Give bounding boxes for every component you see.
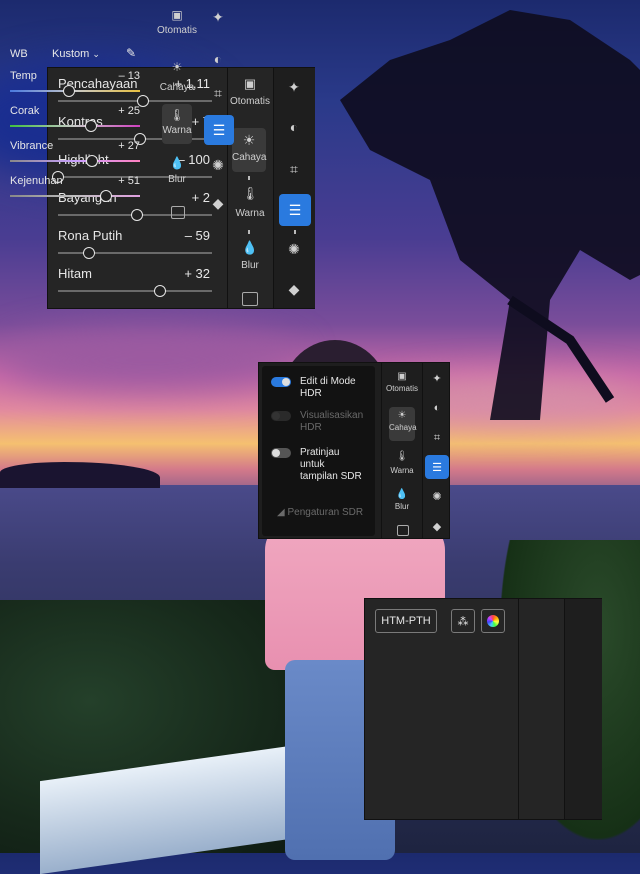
slider-label: Kejenuhan [10, 175, 63, 187]
slider-thumb[interactable] [85, 155, 98, 167]
thermometer-icon: 🌡 [395, 451, 409, 462]
slider-value: + 32 [184, 266, 210, 281]
crop-icon[interactable]: ⌗ [281, 156, 307, 182]
slider-label: Corak [10, 105, 40, 117]
auto-icon: ▣ [397, 371, 407, 382]
magic-wand-icon[interactable]: ✦ [205, 4, 231, 30]
mask-icon[interactable]: ◐ [424, 395, 450, 421]
slider-thumb[interactable] [82, 247, 95, 259]
slider-thumb[interactable] [62, 85, 75, 97]
slider-label: Temp [10, 70, 37, 82]
color-grading-button[interactable] [481, 609, 505, 633]
crop-icon[interactable]: ⌗ [205, 80, 231, 106]
sun-icon: ☀ [242, 132, 256, 148]
sdr-settings-button: ◢ Pengaturan SDR [277, 507, 364, 518]
vignette-icon[interactable] [397, 525, 409, 536]
color-tab[interactable]: 🌡 Warna [230, 186, 270, 219]
slider-value: + 51 [118, 175, 140, 187]
healing-icon[interactable]: ◆ [424, 513, 450, 539]
hdr-edit-label: Edit di Mode HDR [300, 376, 356, 399]
color-tab[interactable]: 🌡 Warna [162, 104, 192, 144]
drop-icon: 💧 [395, 489, 409, 500]
chevron-down-icon: ⌄ [92, 49, 100, 59]
vignette-icon[interactable] [171, 206, 185, 219]
thermometer-icon: 🌡 [241, 186, 259, 201]
mask-icon[interactable]: ◐ [205, 46, 231, 72]
slider-track[interactable] [10, 195, 140, 197]
auto-button[interactable]: ▣ Otomatis [155, 8, 199, 36]
auto-icon: ▣ [171, 8, 183, 22]
slider-track[interactable] [58, 290, 212, 292]
slider-thumb[interactable] [130, 209, 143, 221]
slider-value: + 2 [191, 190, 210, 205]
thermometer-icon: 🌡 [169, 108, 185, 122]
hdr-panel: Edit di Mode HDR Visualisasikan HDR Prat… [258, 362, 450, 539]
sun-icon: ☀ [397, 410, 407, 421]
adjust-sliders-icon[interactable]: ☰ [425, 455, 449, 479]
visualize-hdr-toggle [271, 411, 291, 421]
wb-label: WB [10, 48, 28, 60]
presets-icon[interactable]: ✺ [205, 152, 231, 178]
light-tab[interactable]: ☀ Cahaya [155, 60, 199, 93]
color-mixer-button[interactable]: ⁂ [451, 609, 475, 633]
color-mixer-icon: ⁂ [457, 615, 469, 628]
profile-button[interactable]: HTM-PTH [375, 609, 437, 633]
slider-label: Vibrance [10, 140, 54, 152]
color-wheel-icon [487, 615, 499, 627]
slider-thumb[interactable] [153, 285, 166, 297]
slider-value: + 25 [118, 105, 140, 117]
slider-track[interactable] [58, 252, 212, 254]
auto-button[interactable]: ▣ Otomatis [228, 76, 272, 107]
color-panel: HTM-PTH ⁂ [364, 598, 602, 820]
drop-icon: 💧 [241, 240, 259, 255]
slider-value: + 27 [118, 140, 140, 152]
blur-tab[interactable]: 💧 Blur [383, 489, 421, 511]
slider-value: – 13 [118, 70, 140, 82]
island [0, 462, 160, 488]
magic-wand-icon[interactable]: ✦ [281, 74, 307, 100]
presets-icon[interactable]: ✺ [424, 483, 450, 509]
sdr-preview-label: Pratinjau untuk tampilan SDR [300, 447, 362, 482]
light-tab[interactable]: ☀ Cahaya [232, 128, 266, 172]
slider-track[interactable] [10, 90, 140, 92]
sdr-preview-toggle[interactable] [271, 448, 291, 458]
slider-thumb[interactable] [84, 120, 97, 132]
color-tab[interactable]: 🌡 Warna [383, 451, 421, 475]
slider-value: – 59 [184, 228, 210, 243]
slider-label: Rona Putih [58, 228, 123, 243]
vignette-icon[interactable] [242, 292, 258, 306]
magic-wand-icon[interactable]: ✦ [424, 365, 450, 391]
slider-track[interactable] [10, 160, 140, 162]
presets-icon[interactable]: ✺ [281, 236, 307, 262]
blur-tab[interactable]: 💧 Blur [230, 240, 270, 271]
hdr-edit-toggle[interactable] [271, 377, 291, 387]
crop-icon[interactable]: ⌗ [424, 425, 450, 451]
drop-icon: 💧 [169, 156, 185, 170]
visualize-hdr-label: Visualisasikan HDR [300, 410, 364, 433]
healing-icon[interactable]: ◆ [281, 276, 307, 302]
light-tab[interactable]: ☀ Cahaya [389, 407, 417, 441]
blur-tab[interactable]: 💧 Blur [155, 156, 199, 185]
slider-label: Hitam [58, 266, 92, 281]
healing-icon[interactable]: ◆ [205, 190, 231, 216]
wb-dropdown[interactable]: Kustom ⌄ [52, 48, 100, 60]
sun-icon: ☀ [171, 60, 183, 74]
adjust-sliders-icon[interactable]: ☰ [204, 115, 234, 145]
sdr-settings-icon: ◢ [277, 507, 285, 518]
slider-track[interactable] [10, 125, 140, 127]
adjust-sliders-icon[interactable]: ☰ [279, 194, 311, 226]
auto-button[interactable]: ▣ Otomatis [383, 371, 421, 393]
eyedropper-icon[interactable]: ✎ [126, 46, 136, 60]
mask-icon[interactable]: ◐ [281, 114, 307, 140]
auto-icon: ▣ [243, 76, 257, 91]
slider-track[interactable] [58, 100, 212, 102]
